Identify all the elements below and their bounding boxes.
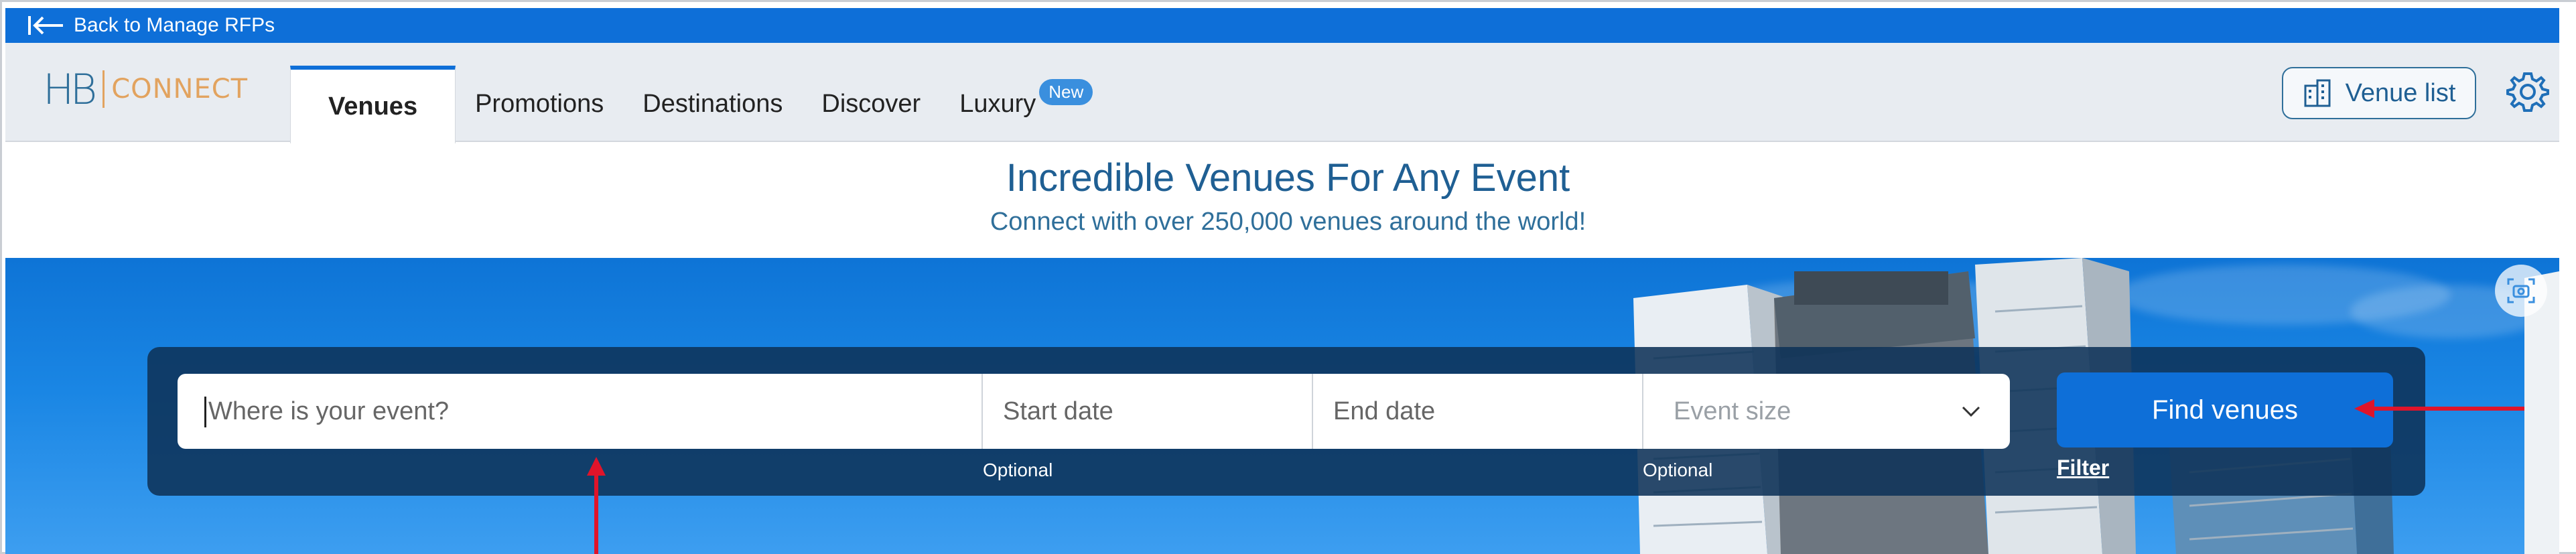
filter-link[interactable]: Filter — [2057, 456, 2109, 480]
logo-hb-text: HB — [43, 64, 97, 114]
building-icon — [2303, 78, 2333, 109]
end-date-field[interactable] — [1313, 374, 1643, 449]
event-size-label: Event size — [1674, 397, 1791, 425]
tab-luxury[interactable]: Luxury New — [940, 66, 1093, 142]
back-link-label: Back to Manage RFPs — [74, 14, 275, 36]
tab-promotions[interactable]: Promotions — [456, 66, 623, 142]
hb-connect-logo[interactable]: HB CONNECT — [43, 64, 249, 114]
tab-destinations-label: Destinations — [642, 89, 783, 118]
tab-destinations[interactable]: Destinations — [623, 66, 802, 142]
camera-screenshot-icon[interactable] — [2495, 265, 2547, 317]
logo-divider — [103, 70, 105, 108]
venue-list-label: Venue list — [2345, 78, 2456, 107]
event-location-input[interactable] — [204, 397, 981, 426]
find-venues-button[interactable]: Find venues — [2057, 372, 2393, 447]
back-to-manage-rfps-link[interactable]: Back to Manage RFPs — [5, 8, 2559, 43]
tab-promotions-label: Promotions — [475, 89, 604, 118]
tab-venues[interactable]: Venues — [290, 66, 456, 143]
tab-luxury-label: Luxury — [959, 89, 1036, 118]
arrow-to-left-icon — [25, 12, 68, 39]
annotation-arrow-up — [587, 457, 606, 554]
top-navigation-header: HB CONNECT Venues Promotions Destination… — [5, 43, 2559, 143]
page-subtitle: Connect with over 250,000 venues around … — [990, 208, 1586, 236]
chevron-down-icon — [1959, 399, 1983, 423]
end-date-input[interactable] — [1333, 397, 1642, 426]
start-date-optional-hint: Optional — [983, 460, 1053, 480]
main-tabs: Venues Promotions Destinations Discover … — [290, 66, 1093, 143]
tab-venues-label: Venues — [328, 92, 418, 121]
new-badge: New — [1039, 79, 1093, 105]
find-venues-label: Find venues — [2152, 395, 2298, 425]
text-caret — [204, 397, 206, 427]
venue-list-button[interactable]: Venue list — [2282, 67, 2476, 119]
logo-connect-text: CONNECT — [111, 74, 249, 105]
event-location-field[interactable] — [178, 374, 983, 449]
start-date-field[interactable] — [983, 374, 1313, 449]
search-fields: Event size — [178, 374, 2010, 449]
tab-discover-label: Discover — [821, 89, 921, 118]
event-size-optional-hint: Optional — [1643, 460, 1713, 480]
gear-icon[interactable] — [2504, 68, 2551, 115]
start-date-input[interactable] — [1003, 397, 1312, 426]
page-title: Incredible Venues For Any Event — [1006, 156, 1570, 200]
annotation-arrow-left — [2354, 399, 2524, 418]
tab-discover[interactable]: Discover — [802, 66, 940, 142]
event-size-select[interactable]: Event size — [1643, 374, 2010, 449]
